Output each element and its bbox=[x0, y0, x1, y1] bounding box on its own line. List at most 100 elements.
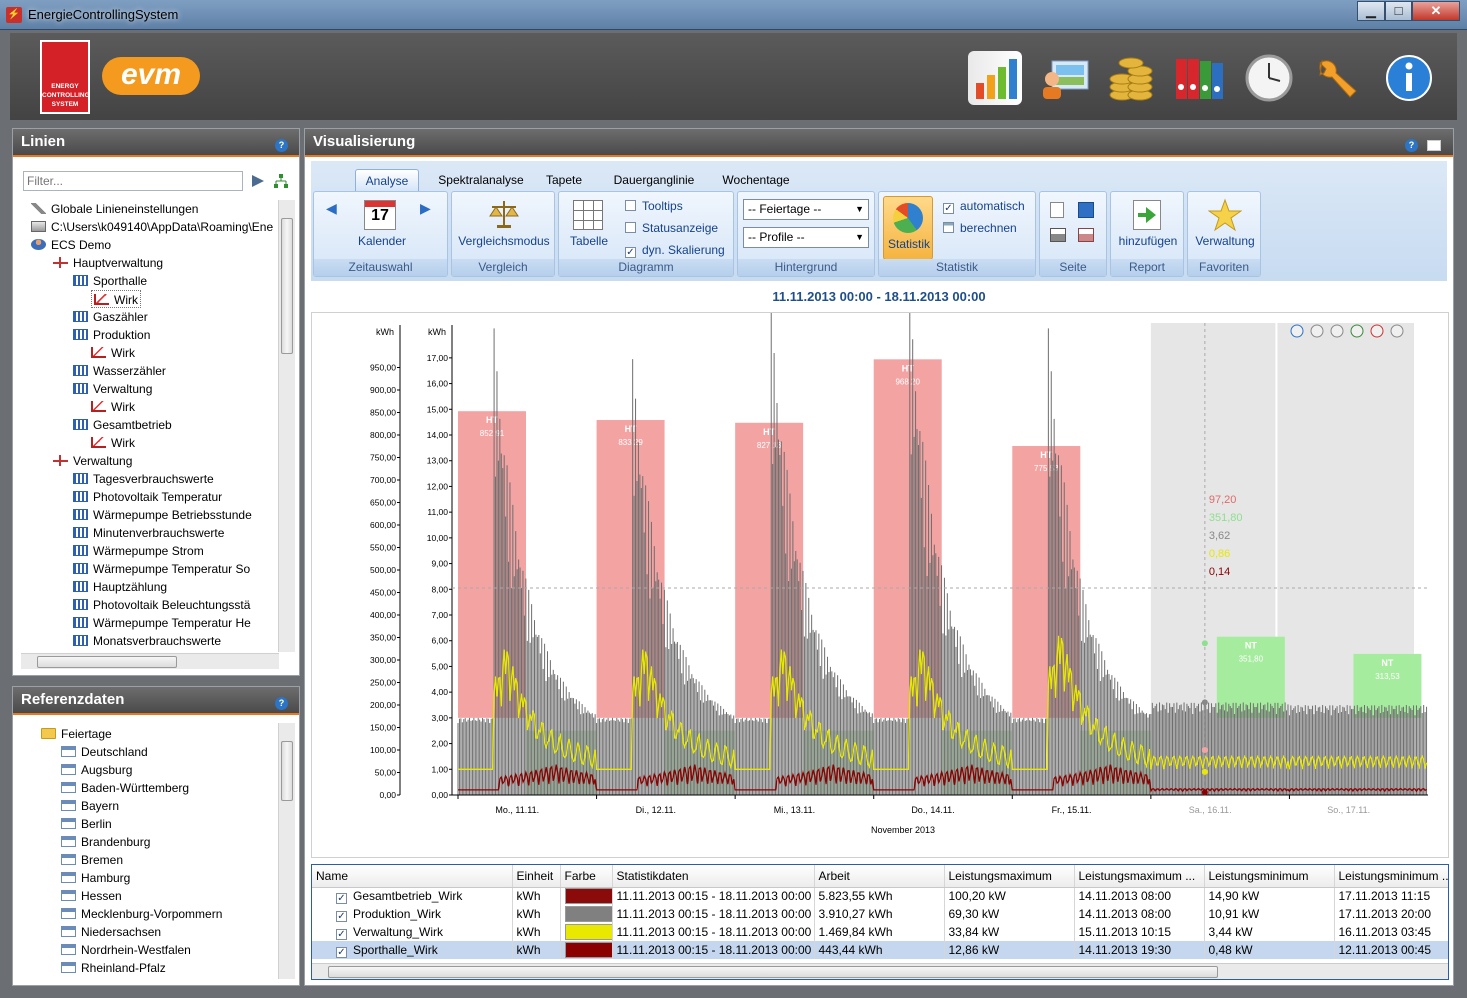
hinzufuegen-button[interactable]: hinzufügen bbox=[1111, 234, 1185, 248]
chart-nav-icon[interactable] bbox=[1310, 324, 1324, 338]
tree-item[interactable]: C:\Users\k049140\AppData\Roaming\Ene bbox=[31, 218, 273, 236]
tree-item[interactable]: Wärmepumpe Temperatur So bbox=[73, 560, 250, 578]
info-module-icon[interactable] bbox=[1382, 51, 1436, 105]
copy-icon[interactable] bbox=[1050, 202, 1064, 218]
tree-item[interactable]: Wirk bbox=[91, 344, 135, 362]
tree-item[interactable]: Wirk bbox=[91, 290, 141, 308]
minimize-button[interactable]: ▁ bbox=[1357, 1, 1385, 21]
users-module-icon[interactable] bbox=[1038, 51, 1092, 105]
tree-item[interactable]: Photovoltaik Beleuchtungsstä bbox=[73, 596, 250, 614]
tree-item[interactable]: Hauptverwaltung bbox=[53, 254, 163, 272]
kalender-button[interactable]: Kalender bbox=[344, 234, 420, 248]
print-icon[interactable] bbox=[1050, 228, 1066, 242]
tree-item[interactable]: Feiertage bbox=[41, 725, 112, 743]
hscroll-thumb[interactable] bbox=[37, 656, 177, 668]
chart-nav-icon[interactable] bbox=[1390, 324, 1404, 338]
column-header[interactable]: Arbeit bbox=[814, 865, 945, 888]
tree-item[interactable]: Hessen bbox=[61, 887, 122, 905]
vergleichsmodus-button[interactable]: Vergleichsmodus bbox=[454, 234, 554, 248]
tabelle-button[interactable]: Tabelle bbox=[563, 234, 615, 248]
hscroll-thumb[interactable] bbox=[328, 966, 1218, 978]
filter-apply-icon[interactable] bbox=[250, 173, 266, 189]
clock-module-icon[interactable] bbox=[1242, 51, 1296, 105]
checkbox-checked-icon[interactable]: ✓ bbox=[336, 946, 347, 958]
checkbox-icon[interactable] bbox=[625, 200, 636, 211]
lines-hscroll[interactable] bbox=[21, 653, 279, 669]
star-icon[interactable] bbox=[1207, 198, 1243, 232]
tree-item[interactable]: ECS Demo bbox=[31, 236, 111, 254]
table-row[interactable]: ✓ Gesamtbetrieb_Wirk kWh 11.11.2013 00:15 -… bbox=[312, 887, 1448, 905]
tree-item[interactable]: Berlin bbox=[61, 815, 112, 833]
tree-view-icon[interactable] bbox=[273, 173, 289, 189]
checkbox-checked-icon[interactable]: ✓ bbox=[336, 928, 347, 940]
checkbox-checked-icon[interactable]: ✓ bbox=[336, 910, 347, 922]
column-header[interactable]: Leistungsmaximum ... bbox=[1074, 865, 1205, 888]
tab-wochentage[interactable]: Wochentage bbox=[711, 169, 801, 191]
tree-item[interactable]: Wirk bbox=[91, 434, 135, 452]
column-header[interactable]: Leistungsmaximum bbox=[944, 865, 1075, 888]
tree-item[interactable]: Photovoltaik Temperatur bbox=[73, 488, 222, 506]
settings-module-icon[interactable] bbox=[1310, 51, 1364, 105]
calendar-icon[interactable]: 17 bbox=[364, 200, 396, 230]
table-hscroll[interactable] bbox=[312, 963, 1448, 979]
next-arrow-icon[interactable]: ▶ bbox=[420, 200, 431, 217]
scales-icon[interactable] bbox=[488, 198, 520, 230]
tooltips-checkbox[interactable]: Tooltips bbox=[625, 199, 683, 213]
tree-item[interactable]: Wärmepumpe Strom bbox=[73, 542, 204, 560]
table-row[interactable]: ✓ Produktion_Wirk kWh 11.11.2013 00:15 - 18… bbox=[312, 905, 1448, 923]
feiertage-dropdown[interactable]: -- Feiertage -- bbox=[743, 199, 869, 220]
tree-item[interactable]: Wirk bbox=[91, 398, 135, 416]
tree-item[interactable]: Brandenburg bbox=[61, 833, 150, 851]
tree-item[interactable]: Hauptzählung bbox=[73, 578, 167, 596]
save-icon[interactable] bbox=[1078, 202, 1094, 218]
tree-item[interactable]: Monatsverbrauchswerte bbox=[73, 632, 221, 650]
prev-arrow-icon[interactable]: ◀ bbox=[326, 200, 337, 217]
dyn-skalierung-checkbox[interactable]: ✓ dyn. Skalierung bbox=[625, 243, 725, 258]
verwaltung-button[interactable]: Verwaltung bbox=[1188, 234, 1262, 248]
tree-item[interactable]: Produktion bbox=[73, 326, 150, 344]
filter-input[interactable] bbox=[23, 171, 243, 191]
checkbox-checked-icon[interactable]: ✓ bbox=[943, 203, 954, 214]
tree-item[interactable]: Verwaltung bbox=[53, 452, 132, 470]
table-row[interactable]: ✓ Verwaltung_Wirk kWh 11.11.2013 00:15 - 18… bbox=[312, 923, 1448, 941]
berechnen-button[interactable]: berechnen bbox=[943, 221, 1017, 235]
help-icon[interactable]: ? bbox=[275, 139, 288, 152]
tree-item[interactable]: Deutschland bbox=[61, 743, 148, 761]
table-icon[interactable] bbox=[573, 200, 603, 230]
tree-item[interactable]: Augsburg bbox=[61, 761, 132, 779]
archive-module-icon[interactable] bbox=[1172, 51, 1226, 105]
tree-item[interactable]: Nordrhein-Westfalen bbox=[61, 941, 191, 959]
chart-nav-icon[interactable] bbox=[1350, 324, 1364, 338]
checkbox-icon[interactable] bbox=[625, 222, 636, 233]
tree-item[interactable]: Mecklenburg-Vorpommern bbox=[61, 905, 222, 923]
column-header[interactable]: Statistikdaten bbox=[612, 865, 815, 888]
automatisch-checkbox[interactable]: ✓ automatisch bbox=[943, 199, 1025, 214]
help-icon[interactable]: ? bbox=[275, 697, 288, 710]
help-icon[interactable]: ? bbox=[1405, 139, 1418, 152]
chart-nav-icon[interactable] bbox=[1330, 324, 1344, 338]
tab-dauerganglinie[interactable]: Dauerganglinie bbox=[599, 169, 709, 191]
tree-item[interactable]: Gaszähler bbox=[73, 308, 148, 326]
tree-item[interactable]: Globale Linieneinstellungen bbox=[31, 200, 198, 218]
tree-item[interactable]: Gesamtbetrieb bbox=[73, 416, 172, 434]
tree-item[interactable]: Baden-Württemberg bbox=[61, 779, 189, 797]
checkbox-checked-icon[interactable]: ✓ bbox=[336, 892, 347, 904]
chart-module-icon[interactable] bbox=[968, 51, 1022, 105]
title-bar[interactable]: ⚡ EnergieControllingSystem ▁ □ ✕ bbox=[0, 0, 1467, 30]
tree-item[interactable]: Sporthalle bbox=[73, 272, 147, 290]
statusanzeige-checkbox[interactable]: Statusanzeige bbox=[625, 221, 718, 235]
print-preview-icon[interactable] bbox=[1078, 228, 1094, 242]
chart-nav-icon[interactable] bbox=[1290, 324, 1304, 338]
energy-chart[interactable]: HT852,91 HT833,29HT827,13HT968,20HT775,53… bbox=[312, 292, 1448, 857]
lines-vscroll[interactable] bbox=[278, 200, 295, 652]
tree-item[interactable]: Wärmepumpe Betriebsstunde bbox=[73, 506, 252, 524]
column-header[interactable]: Einheit bbox=[512, 865, 561, 888]
column-header[interactable]: Farbe bbox=[560, 865, 613, 888]
profile-dropdown[interactable]: -- Profile -- bbox=[743, 227, 869, 248]
tree-item[interactable]: Bremen bbox=[61, 851, 123, 869]
chart-area[interactable]: HT 852,91 HT 833,29 HT 827,13 HT 968,20 HT 775,53… bbox=[311, 292, 1449, 858]
tree-item[interactable]: Bayern bbox=[61, 797, 119, 815]
reference-tree[interactable]: Feiertage Deutschland Augsburg Baden-Württe… bbox=[41, 725, 279, 981]
tree-item[interactable]: Hamburg bbox=[61, 869, 130, 887]
close-button[interactable]: ✕ bbox=[1412, 1, 1460, 21]
